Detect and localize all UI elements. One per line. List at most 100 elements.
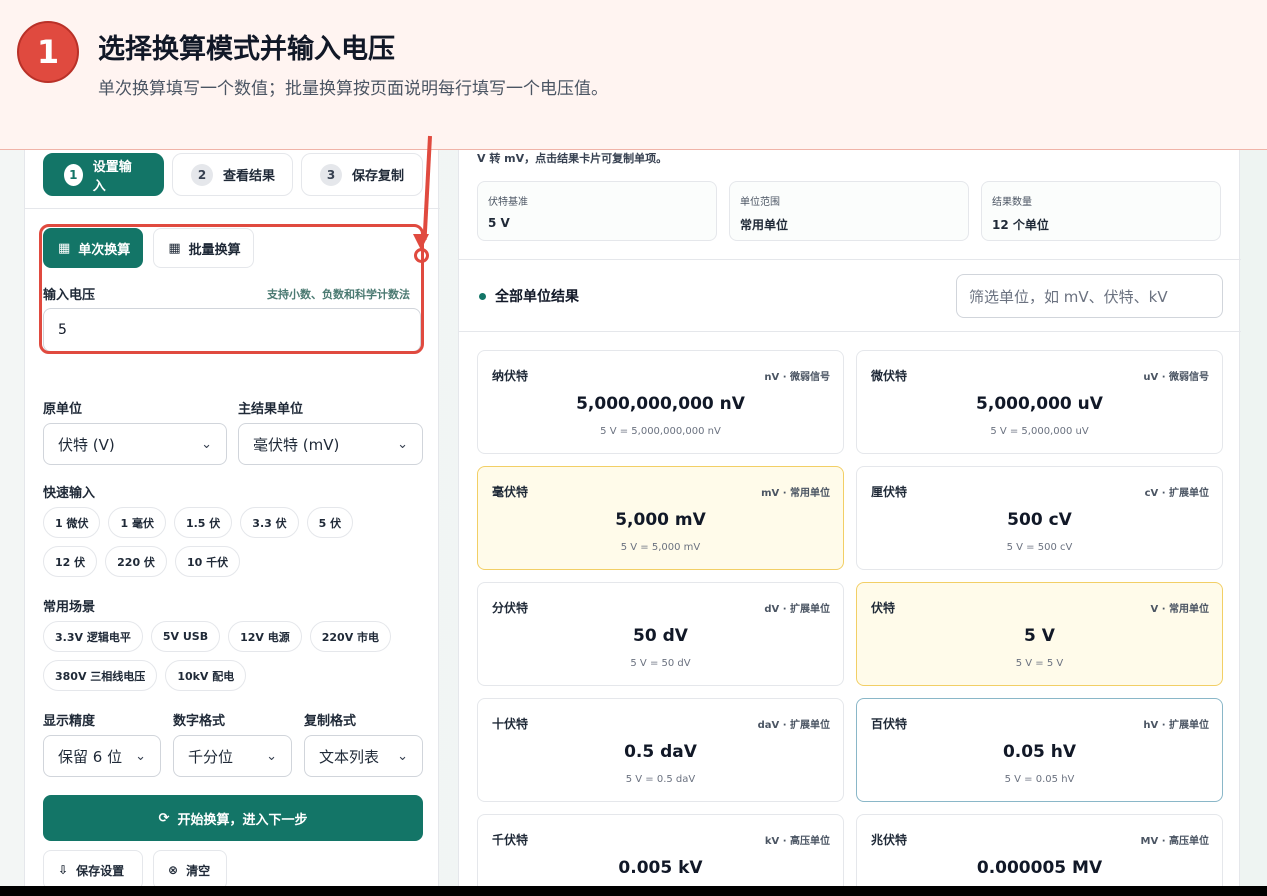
step-number: 2 <box>191 163 213 186</box>
quick-input-chip[interactable]: 3.3 伏 <box>240 507 299 538</box>
scene-chip[interactable]: 3.3V 逻辑电平 <box>43 621 143 652</box>
save-settings-button[interactable]: ⇩ 保存设置 <box>43 850 143 890</box>
result-unit-tag: hV · 扩展单位 <box>1143 720 1209 731</box>
save-settings-label: 保存设置 <box>76 863 125 878</box>
scene-chip[interactable]: 12V 电源 <box>228 621 302 652</box>
result-unit-name: 微伏特 <box>871 369 908 383</box>
result-unit-name: 兆伏特 <box>871 833 908 847</box>
result-equation: 5 V = 5,000,000 uV <box>990 426 1089 437</box>
precision-value: 保留 6 位 <box>58 747 123 766</box>
tutorial-step-badge: 1 <box>17 21 79 83</box>
scene-chip[interactable]: 5V USB <box>150 621 221 652</box>
copy-format-select[interactable]: 文本列表 ⌄ <box>304 735 423 777</box>
tutorial-title: 选择换算模式并输入电压 <box>98 34 395 65</box>
result-card[interactable]: 毫伏特 mV · 常用单位 5,000 mV 5 V = 5,000 mV <box>477 466 844 570</box>
result-value: 5,000 mV <box>615 510 706 530</box>
source-unit-select[interactable]: 伏特 (V) ⌄ <box>43 423 227 465</box>
tutorial-subtitle: 单次换算填写一个数值；批量换算按页面说明每行填写一个电压值。 <box>98 79 608 99</box>
result-equation: 5 V = 0.05 hV <box>1004 774 1075 785</box>
quick-input-chip[interactable]: 1.5 伏 <box>173 507 233 538</box>
result-card[interactable]: 纳伏特 nV · 微弱信号 5,000,000,000 nV 5 V = 5,000,… <box>477 350 844 454</box>
copy-format-label: 复制格式 <box>304 714 357 729</box>
step-label: 设置输入 <box>92 159 132 194</box>
step-save-copy[interactable]: 3 保存复制 <box>301 153 423 196</box>
result-card[interactable]: 十伏特 daV · 扩展单位 0.5 daV 5 V = 0.5 daV <box>477 698 844 802</box>
target-ring-icon <box>414 248 429 263</box>
result-card[interactable]: 厘伏特 cV · 扩展单位 500 cV 5 V = 500 cV <box>856 466 1223 570</box>
quick-input-chip[interactable]: 1 微伏 <box>43 507 101 538</box>
step-label: 查看结果 <box>223 169 276 184</box>
result-equation: 5 V = 5,000 mV <box>620 542 701 553</box>
result-unit-tag: nV · 微弱信号 <box>764 372 830 383</box>
chevron-down-icon: ⌄ <box>397 748 408 764</box>
result-equation: 5 V = 500 cV <box>1006 542 1073 553</box>
screen-edge <box>0 886 1267 896</box>
result-unit-label: 主结果单位 <box>238 402 304 417</box>
filter-placeholder: 筛选单位，如 mV、伏特、kV <box>969 287 1168 306</box>
start-conversion-button[interactable]: ⟳ 开始换算，进入下一步 <box>43 795 423 841</box>
result-unit-tag: uV · 微弱信号 <box>1143 372 1209 383</box>
quick-input-label: 快速输入 <box>43 486 96 501</box>
stat-key: 结果数量 <box>992 197 1032 208</box>
result-card[interactable]: 分伏特 dV · 扩展单位 50 dV 5 V = 50 dV <box>477 582 844 686</box>
step-number: 1 <box>64 163 83 186</box>
results-note: V 转 mV，点击结果卡片可复制单项。 <box>477 152 668 165</box>
quick-input-chips: 1 微伏 1 毫伏 1.5 伏 3.3 伏 5 伏 12 伏 220 伏 10 … <box>43 507 403 577</box>
result-unit-select[interactable]: 毫伏特 (mV) ⌄ <box>238 423 423 465</box>
tutorial-highlight-box <box>39 224 424 354</box>
result-card[interactable]: 百伏特 hV · 扩展单位 0.05 hV 5 V = 0.05 hV <box>856 698 1223 802</box>
result-unit-tag: cV · 扩展单位 <box>1144 488 1209 499</box>
stat-volt-base: 伏特基准 5 V <box>477 181 717 241</box>
step-view-results[interactable]: 2 查看结果 <box>172 153 293 196</box>
step-navigation: 1 设置输入 2 查看结果 3 保存复制 <box>43 153 423 196</box>
copy-format-value: 文本列表 <box>319 747 380 766</box>
step-number: 3 <box>320 163 342 186</box>
result-card[interactable]: 千伏特 kV · 高压单位 0.005 kV <box>477 814 844 896</box>
result-unit-name: 百伏特 <box>871 717 908 731</box>
result-value: 5,000,000,000 nV <box>576 394 745 414</box>
number-format-label: 数字格式 <box>173 714 226 729</box>
stat-value: 5 V <box>488 216 510 230</box>
unit-filter-input[interactable]: 筛选单位，如 mV、伏特、kV <box>956 274 1223 318</box>
result-unit-name: 毫伏特 <box>492 485 529 499</box>
scenes-label: 常用场景 <box>43 600 96 615</box>
quick-input-chip[interactable]: 220 伏 <box>105 546 167 577</box>
precision-label: 显示精度 <box>43 714 96 729</box>
result-card[interactable]: 伏特 V · 常用单位 5 V 5 V = 5 V <box>856 582 1223 686</box>
result-value: 0.5 daV <box>624 742 697 762</box>
tutorial-banner: 1 选择换算模式并输入电压 单次换算填写一个数值；批量换算按页面说明每行填写一个… <box>0 0 1267 150</box>
clear-button[interactable]: ⊗ 清空 <box>153 850 227 890</box>
result-value: 5 V <box>1024 626 1055 646</box>
step-setup-input[interactable]: 1 设置输入 <box>43 153 164 196</box>
result-value: 0.05 hV <box>1002 742 1077 762</box>
quick-input-chip[interactable]: 1 毫伏 <box>108 507 166 538</box>
result-card[interactable]: 微伏特 uV · 微弱信号 5,000,000 uV 5 V = 5,000,000 … <box>856 350 1223 454</box>
section-title-text: 全部单位结果 <box>495 289 579 305</box>
source-unit-value: 伏特 (V) <box>58 435 115 454</box>
result-unit-name: 分伏特 <box>492 601 529 615</box>
result-unit-tag: kV · 高压单位 <box>764 836 830 847</box>
result-value: 0.000005 MV <box>976 858 1103 878</box>
source-unit-label: 原单位 <box>43 402 83 417</box>
precision-select[interactable]: 保留 6 位 ⌄ <box>43 735 161 777</box>
divider <box>459 259 1241 260</box>
quick-input-chip[interactable]: 10 千伏 <box>174 546 241 577</box>
step-label: 保存复制 <box>352 169 405 184</box>
result-unit-tag: MV · 高压单位 <box>1140 836 1209 847</box>
quick-input-chip[interactable]: 5 伏 <box>306 507 354 538</box>
number-format-select[interactable]: 千分位 ⌄ <box>173 735 292 777</box>
result-unit-tag: daV · 扩展单位 <box>757 720 830 731</box>
refresh-icon: ⟳ <box>158 810 170 826</box>
clear-label: 清空 <box>186 863 211 878</box>
quick-input-chip[interactable]: 12 伏 <box>43 546 98 577</box>
result-unit-tag: mV · 常用单位 <box>761 488 830 499</box>
result-card[interactable]: 兆伏特 MV · 高压单位 0.000005 MV <box>856 814 1223 896</box>
stat-key: 单位范围 <box>740 197 780 208</box>
scene-chip[interactable]: 220V 市电 <box>309 621 392 652</box>
scene-chip[interactable]: 10kV 配电 <box>165 660 247 691</box>
result-unit-name: 伏特 <box>871 601 896 615</box>
scene-chip[interactable]: 380V 三相线电压 <box>43 660 158 691</box>
result-unit-tag: dV · 扩展单位 <box>764 604 830 615</box>
results-panel: V 转 mV，点击结果卡片可复制单项。 伏特基准 5 V 单位范围 常用单位 结… <box>458 140 1241 896</box>
result-value: 50 dV <box>633 626 688 646</box>
